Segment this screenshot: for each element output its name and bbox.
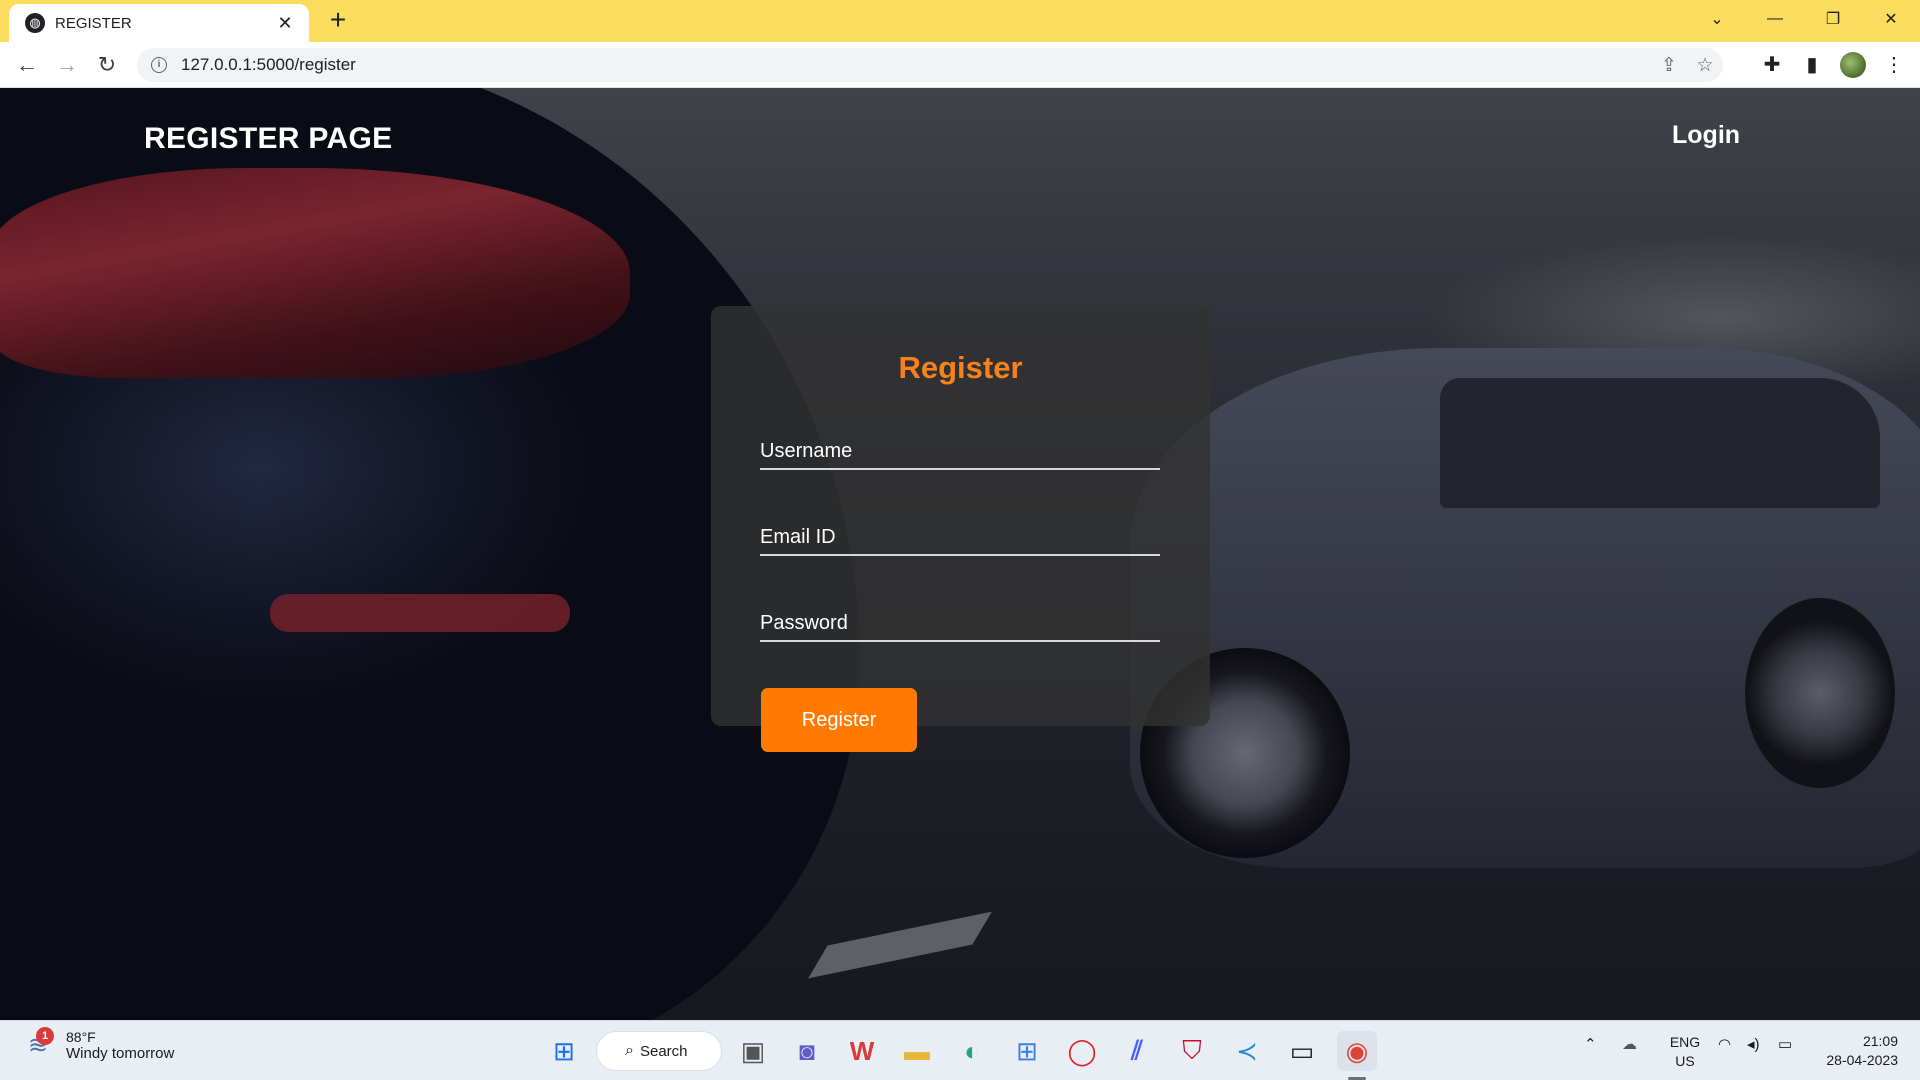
- region-code: US: [1675, 1053, 1695, 1069]
- tab-close-button[interactable]: ✕: [275, 13, 295, 34]
- register-page: REGISTER PAGE Login Register Register: [0, 88, 1920, 1020]
- wps-office-icon[interactable]: W: [842, 1031, 882, 1071]
- task-view-icon[interactable]: ▣: [733, 1031, 773, 1071]
- search-icon: ⌕: [625, 1042, 634, 1059]
- email-input[interactable]: [760, 510, 1160, 554]
- browser-tab-strip: ◍ REGISTER ✕ + ⌄ — ❐ ✕: [0, 0, 1920, 42]
- windows-taskbar: ≋ 1 88°F Windy tomorrow ⊞ ⌕ Search ▣ ◙ W…: [0, 1020, 1920, 1080]
- weather-badge: 1: [36, 1026, 54, 1045]
- globe-icon: ◍: [25, 13, 45, 33]
- profile-avatar[interactable]: [1840, 52, 1866, 78]
- password-field: [760, 596, 1160, 642]
- microsoft-store-icon[interactable]: ⊞: [1007, 1031, 1047, 1071]
- browser-tab[interactable]: ◍ REGISTER ✕: [9, 4, 309, 42]
- search-label: Search: [639, 1042, 688, 1060]
- onedrive-error-icon[interactable]: ☁: [1622, 1035, 1637, 1053]
- edge-browser-icon[interactable]: ◐: [952, 1031, 992, 1071]
- mcafee-shield-icon[interactable]: ⛉: [1172, 1031, 1212, 1071]
- url-text[interactable]: 127.0.0.1:5000/register: [181, 55, 1651, 75]
- clock[interactable]: 21:09 28-04-2023: [1826, 1032, 1898, 1070]
- share-icon[interactable]: ⇪: [1651, 54, 1687, 77]
- teams-chat-icon[interactable]: ◙: [787, 1031, 827, 1071]
- file-explorer-icon[interactable]: ▬: [897, 1031, 937, 1071]
- language-indicator[interactable]: ENG US: [1667, 1033, 1703, 1071]
- username-field: [760, 424, 1160, 470]
- site-info-icon[interactable]: i: [151, 57, 167, 73]
- window-controls: ⌄ — ❐ ✕: [1688, 0, 1920, 38]
- windows-start-icon[interactable]: ⊞: [544, 1031, 584, 1071]
- restore-button[interactable]: ❐: [1804, 0, 1862, 38]
- tab-search-chevron-icon[interactable]: ⌄: [1688, 0, 1746, 38]
- language-code: ENG: [1669, 1034, 1701, 1050]
- mathpix-icon[interactable]: ⫽: [1117, 1031, 1157, 1071]
- tab-title: REGISTER: [55, 14, 132, 32]
- volume-icon[interactable]: ◂): [1747, 1035, 1760, 1053]
- wifi-icon[interactable]: ◠: [1718, 1035, 1731, 1053]
- clock-date: 28-04-2023: [1826, 1052, 1898, 1068]
- bookmark-star-icon[interactable]: ☆: [1687, 54, 1723, 77]
- close-window-button[interactable]: ✕: [1862, 0, 1920, 38]
- wind-icon: ≋ 1: [22, 1026, 54, 1061]
- minimize-button[interactable]: —: [1746, 0, 1804, 38]
- username-input[interactable]: [760, 424, 1160, 468]
- weather-temperature: 88°F: [66, 1029, 96, 1045]
- extensions-puzzle-icon[interactable]: ✚: [1758, 52, 1786, 78]
- weather-description: Windy tomorrow: [66, 1045, 175, 1062]
- taskbar-search[interactable]: ⌕ Search: [596, 1031, 722, 1071]
- page-title: REGISTER PAGE: [144, 122, 393, 155]
- register-form-card: Register Register: [711, 306, 1210, 752]
- vscode-icon[interactable]: ≺: [1227, 1031, 1267, 1071]
- show-hidden-icons-chevron-icon[interactable]: ⌃: [1584, 1035, 1597, 1053]
- email-field: [760, 510, 1160, 556]
- form-title: Register: [898, 350, 1023, 385]
- chrome-browser-icon[interactable]: ◉: [1337, 1031, 1377, 1071]
- forward-arrow-icon[interactable]: →: [52, 51, 82, 79]
- address-bar[interactable]: i 127.0.0.1:5000/register ⇪ ☆: [137, 48, 1723, 82]
- clock-time: 21:09: [1862, 1033, 1898, 1049]
- browser-toolbar: ← → ↻ i 127.0.0.1:5000/register ⇪ ☆ ✚ ▮ …: [0, 42, 1920, 88]
- new-tab-button[interactable]: +: [324, 6, 352, 36]
- back-arrow-icon[interactable]: ←: [12, 51, 42, 79]
- opera-browser-icon[interactable]: ◯: [1062, 1031, 1102, 1071]
- weather-widget[interactable]: ≋ 1 88°F Windy tomorrow: [22, 1026, 175, 1062]
- login-link[interactable]: Login: [1672, 121, 1740, 150]
- password-input[interactable]: [760, 596, 1160, 640]
- terminal-icon[interactable]: ▭: [1282, 1031, 1322, 1071]
- battery-icon[interactable]: ▭: [1778, 1035, 1792, 1053]
- menu-kebab-icon[interactable]: ⋮: [1880, 52, 1908, 78]
- side-panel-icon[interactable]: ▮: [1798, 52, 1826, 78]
- reload-icon[interactable]: ↻: [92, 51, 122, 79]
- register-button[interactable]: Register: [761, 688, 917, 752]
